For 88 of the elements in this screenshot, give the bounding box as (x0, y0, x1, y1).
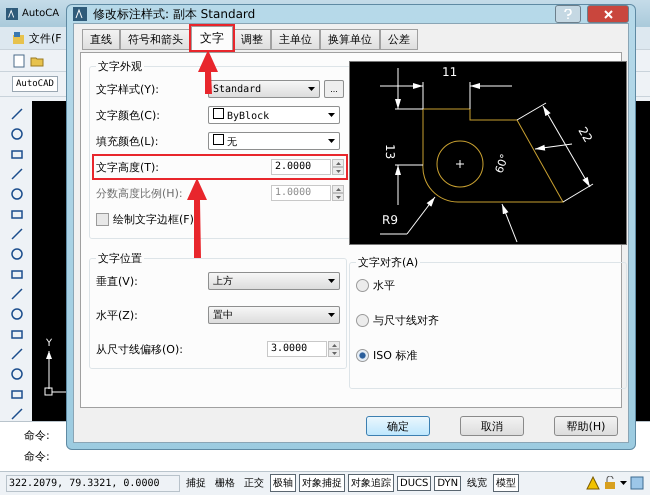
dimension-label: 22 (575, 124, 596, 145)
checkbox[interactable] (96, 212, 109, 226)
caret-icon[interactable] (620, 481, 627, 486)
caret-up-icon (336, 188, 340, 190)
status-toggle[interactable]: 线宽 (464, 474, 490, 492)
dropdown[interactable]: 上方 (208, 272, 340, 290)
field-label: 垂直(V): (96, 274, 139, 288)
number-field[interactable]: 2.0000 (271, 159, 331, 175)
spin-up-button[interactable] (332, 159, 344, 167)
app-title: AutoCA (22, 8, 60, 20)
radio-label: ISO 标准 (373, 348, 418, 363)
dropdown[interactable]: Standard (208, 80, 320, 98)
group-title: 文字对齐(A) (357, 255, 420, 270)
coordinates-readout: 322.2079, 79.3321, 0.0000 (6, 474, 180, 492)
help-icon (564, 9, 572, 19)
new-file-icon[interactable] (12, 54, 26, 68)
field-label: 文字高度(T): (96, 160, 160, 174)
dropdown[interactable]: 置中 (208, 306, 340, 324)
field-label: 填充颜色(L): (96, 134, 160, 148)
menu-logo-icon (12, 32, 25, 45)
spin-down-button[interactable] (332, 167, 344, 175)
dimension-label: R9 (382, 213, 398, 227)
caret-down-icon (332, 352, 336, 354)
radio-label: 水平 (373, 278, 395, 293)
app-logo-icon (73, 7, 87, 21)
padlock-icon[interactable] (603, 476, 617, 490)
browse-button[interactable]: ... (324, 80, 344, 98)
help-button[interactable] (555, 5, 581, 23)
radio-button[interactable] (356, 279, 369, 292)
status-toggle[interactable]: 对象捕捉 (299, 474, 345, 492)
group-title: 文字位置 (97, 251, 143, 266)
window-icon[interactable] (630, 476, 644, 490)
caret-icon (328, 313, 335, 317)
checkbox-label: 绘制文字边框(F) (113, 212, 194, 226)
caret-up-icon (332, 344, 336, 346)
status-toggle[interactable]: 模型 (493, 474, 520, 492)
dimension-label: 13 (383, 144, 397, 160)
field-label: 文字样式(Y): (96, 82, 160, 96)
close-icon (604, 10, 612, 18)
caret-down-icon (336, 170, 340, 172)
dialog-button[interactable]: 帮助(H) (554, 416, 618, 436)
swatch-icon (213, 134, 224, 144)
caret-up-icon (336, 162, 340, 164)
warning-icon[interactable] (586, 476, 600, 490)
tab[interactable]: 文字 (191, 26, 233, 50)
field-label: 水平(Z): (96, 308, 139, 322)
field-label: 分数高度比例(H): (96, 186, 184, 200)
tab[interactable]: 公差 (380, 29, 418, 50)
field-label: 从尺寸线偏移(O): (96, 342, 184, 356)
color-dropdown[interactable]: 无 (208, 132, 340, 150)
app-logo-icon (6, 8, 18, 20)
color-dropdown[interactable]: ByBlock (208, 106, 340, 124)
dimension-label: 60° (492, 152, 512, 176)
status-toggle[interactable]: DYN (434, 476, 462, 491)
workspace-combo[interactable]: AutoCAD (12, 76, 58, 92)
status-toggle[interactable]: 极轴 (270, 474, 296, 492)
menu-item[interactable]: 文件(F (29, 30, 62, 46)
status-toggle[interactable]: 正交 (241, 474, 267, 492)
caret-icon (328, 139, 335, 143)
line-icon[interactable] (10, 106, 24, 121)
tab[interactable]: 调整 (233, 29, 271, 50)
status-toggle[interactable]: DUCS (397, 476, 432, 491)
status-toggle[interactable]: 对象追踪 (348, 474, 394, 492)
close-button[interactable] (587, 5, 629, 23)
tab[interactable]: 直线 (82, 29, 120, 50)
spin-up-button[interactable] (328, 341, 340, 349)
radio-label: 与尺寸线对齐 (373, 313, 439, 328)
spin-down-button[interactable] (328, 349, 340, 357)
caret-icon (328, 279, 335, 283)
caret-icon (308, 87, 315, 91)
dialog-button[interactable]: 确定 (366, 416, 430, 436)
dialog-title: 修改标注样式: 副本 Standard (93, 6, 256, 22)
caret-icon (328, 113, 335, 117)
dimension-label: 11 (442, 65, 458, 79)
dialog-button[interactable]: 取消 (460, 416, 524, 436)
tab[interactable]: 换算单位 (320, 29, 380, 50)
field-label: 文字颜色(C): (96, 108, 161, 122)
tab[interactable]: 符号和箭头 (120, 29, 191, 50)
radio-button[interactable] (356, 349, 369, 362)
group-title: 文字外观 (97, 59, 143, 74)
radio-button[interactable] (356, 314, 369, 327)
caret-down-icon (336, 196, 340, 198)
swatch-icon (213, 108, 224, 119)
tab[interactable]: 主单位 (271, 29, 320, 50)
number-field[interactable]: 3.0000 (267, 341, 327, 357)
status-toggle[interactable]: 捕捉 (183, 474, 209, 492)
command-line[interactable]: 命令: (24, 449, 650, 464)
status-toggle[interactable]: 栅格 (212, 474, 238, 492)
